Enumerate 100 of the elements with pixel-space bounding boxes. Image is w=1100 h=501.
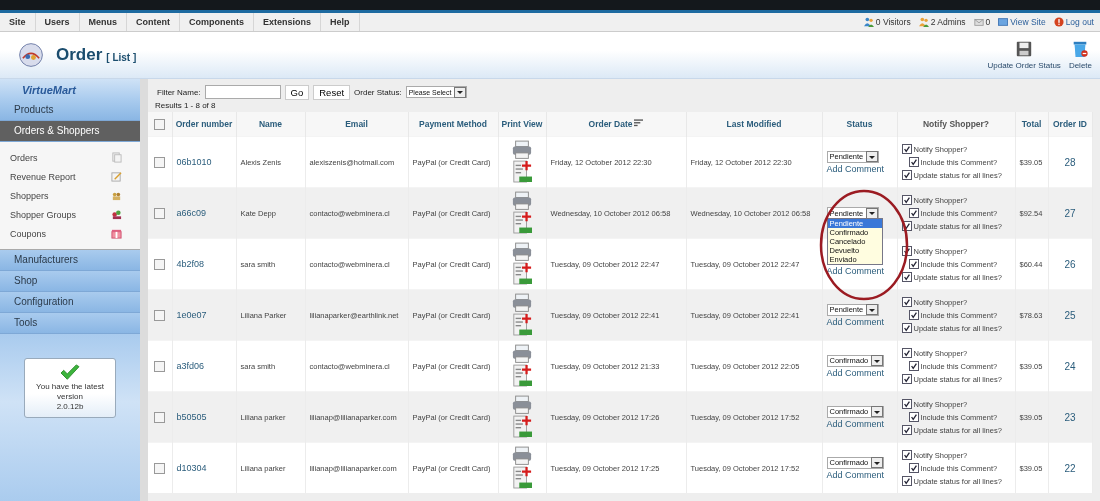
print-icon[interactable] [512,394,532,440]
order-id-link[interactable]: 27 [1064,207,1076,219]
sidebar-section[interactable]: Manufacturers [0,250,140,271]
order-id-link[interactable]: 22 [1064,462,1076,474]
print-icon[interactable] [512,445,532,491]
note-icon [111,171,122,182]
print-icon[interactable] [512,292,532,338]
order-id-link[interactable]: 25 [1064,309,1076,321]
row-checkbox[interactable] [154,309,166,321]
status-link[interactable]: 0 [985,17,991,27]
sidebar-section[interactable]: Configuration [0,292,140,313]
column-header[interactable]: Last Modified [726,119,782,129]
checkbox[interactable] [901,425,912,435]
print-icon[interactable] [512,241,532,287]
update-status-button[interactable]: Update Order Status [987,40,1061,70]
row-checkbox[interactable] [154,411,166,423]
add-comment-link[interactable]: Add Comment [826,163,885,174]
order-number-link[interactable]: a3fd06 [176,361,205,371]
menu-item[interactable]: Site [0,13,36,31]
add-comment-link[interactable]: Add Comment [826,316,885,327]
order-id-link[interactable]: 24 [1064,360,1076,372]
menu-item[interactable]: Components [180,13,255,31]
status-link[interactable]: 2 Admins [930,17,966,27]
sidebar-section[interactable]: Tools [0,313,140,334]
checkbox[interactable] [901,348,912,358]
print-icon[interactable] [512,139,532,185]
add-comment-link[interactable]: Add Comment [826,367,885,378]
menu-item[interactable]: Help [321,13,360,31]
sidebar-item[interactable]: Shopper Groups [10,209,77,220]
checkbox[interactable] [908,361,919,371]
status-link[interactable]: Log out [1065,17,1094,27]
go-button[interactable]: Go [284,84,310,100]
add-comment-link[interactable]: Add Comment [826,265,885,276]
caret-icon [456,88,465,96]
reset-button[interactable]: Reset [313,84,351,100]
people-icon [111,190,122,201]
globe-icon [18,42,44,68]
order-number-link[interactable]: 1e0e07 [176,310,207,320]
print-icon[interactable] [512,190,532,236]
order-id-link[interactable]: 28 [1064,156,1076,168]
status-link[interactable]: 0 Visitors [875,17,911,27]
checkbox[interactable] [908,463,919,473]
sidebar-item[interactable]: Shoppers [10,190,49,201]
menu-item[interactable]: Users [35,13,80,31]
checkbox[interactable] [908,310,919,320]
order-number-link[interactable]: 06b1010 [176,157,212,167]
checkbox[interactable] [901,221,912,231]
print-icon[interactable] [512,343,532,389]
checkbox[interactable] [901,144,912,154]
filter-name-field[interactable] [204,85,281,99]
people-icon [863,17,874,27]
column-header[interactable]: Email [345,119,368,129]
order-id-link[interactable]: 26 [1064,258,1076,270]
sidebar-section[interactable]: Products [0,100,140,121]
order-number-link[interactable]: d10304 [176,463,207,473]
row-checkbox[interactable] [154,156,166,168]
order-number-link[interactable]: b50505 [176,412,207,422]
checkbox[interactable] [901,195,912,205]
checkbox[interactable] [908,412,919,422]
checkbox[interactable] [901,399,912,409]
add-comment-link[interactable]: Add Comment [826,469,885,480]
row-checkbox[interactable] [154,462,166,474]
checkbox[interactable] [901,297,912,307]
row-checkbox[interactable] [154,207,166,219]
row-checkbox[interactable] [154,258,166,270]
menu-item[interactable]: Menus [79,13,128,31]
sidebar-section[interactable]: Orders & Shoppers [0,121,140,142]
people-icon [918,17,929,27]
checkbox[interactable] [901,272,912,282]
sidebar-section[interactable]: Shop [0,271,140,292]
checkbox[interactable] [908,259,919,269]
checkbox[interactable] [901,170,912,180]
order-status-label: Order Status: [354,87,402,97]
delete-button[interactable]: Delete [1068,40,1092,70]
menu-item[interactable]: Extensions [254,13,322,31]
add-comment-link[interactable]: Add Comment [826,418,885,429]
checkbox[interactable] [901,450,912,460]
column-header[interactable]: Order Date [588,119,633,129]
checkbox[interactable] [901,476,912,486]
column-header[interactable]: Status [846,119,873,129]
order-id-link[interactable]: 23 [1064,411,1076,423]
status-link[interactable]: View Site [1010,17,1046,27]
order-number-link[interactable]: 4b2f08 [176,259,205,269]
menu-item[interactable]: Content [127,13,181,31]
results-count: Results 1 - 8 of 8 [154,100,217,112]
sidebar-item[interactable]: Orders [10,152,38,163]
checkbox[interactable] [908,208,919,218]
people-icon [111,209,122,220]
sidebar-item[interactable]: Coupons [10,228,47,239]
order-number-link[interactable]: a66c09 [176,208,207,218]
checkbox[interactable] [901,374,912,384]
sidebar-item[interactable]: Revenue Report [10,171,76,182]
select-all-checkbox[interactable] [154,118,166,130]
checkbox[interactable] [908,157,919,167]
checkmark-icon [59,364,81,382]
row-checkbox[interactable] [154,360,166,372]
checkbox[interactable] [901,246,912,256]
column-header[interactable]: Name [258,119,283,129]
checkbox[interactable] [901,323,912,333]
monitor-icon [998,17,1009,27]
